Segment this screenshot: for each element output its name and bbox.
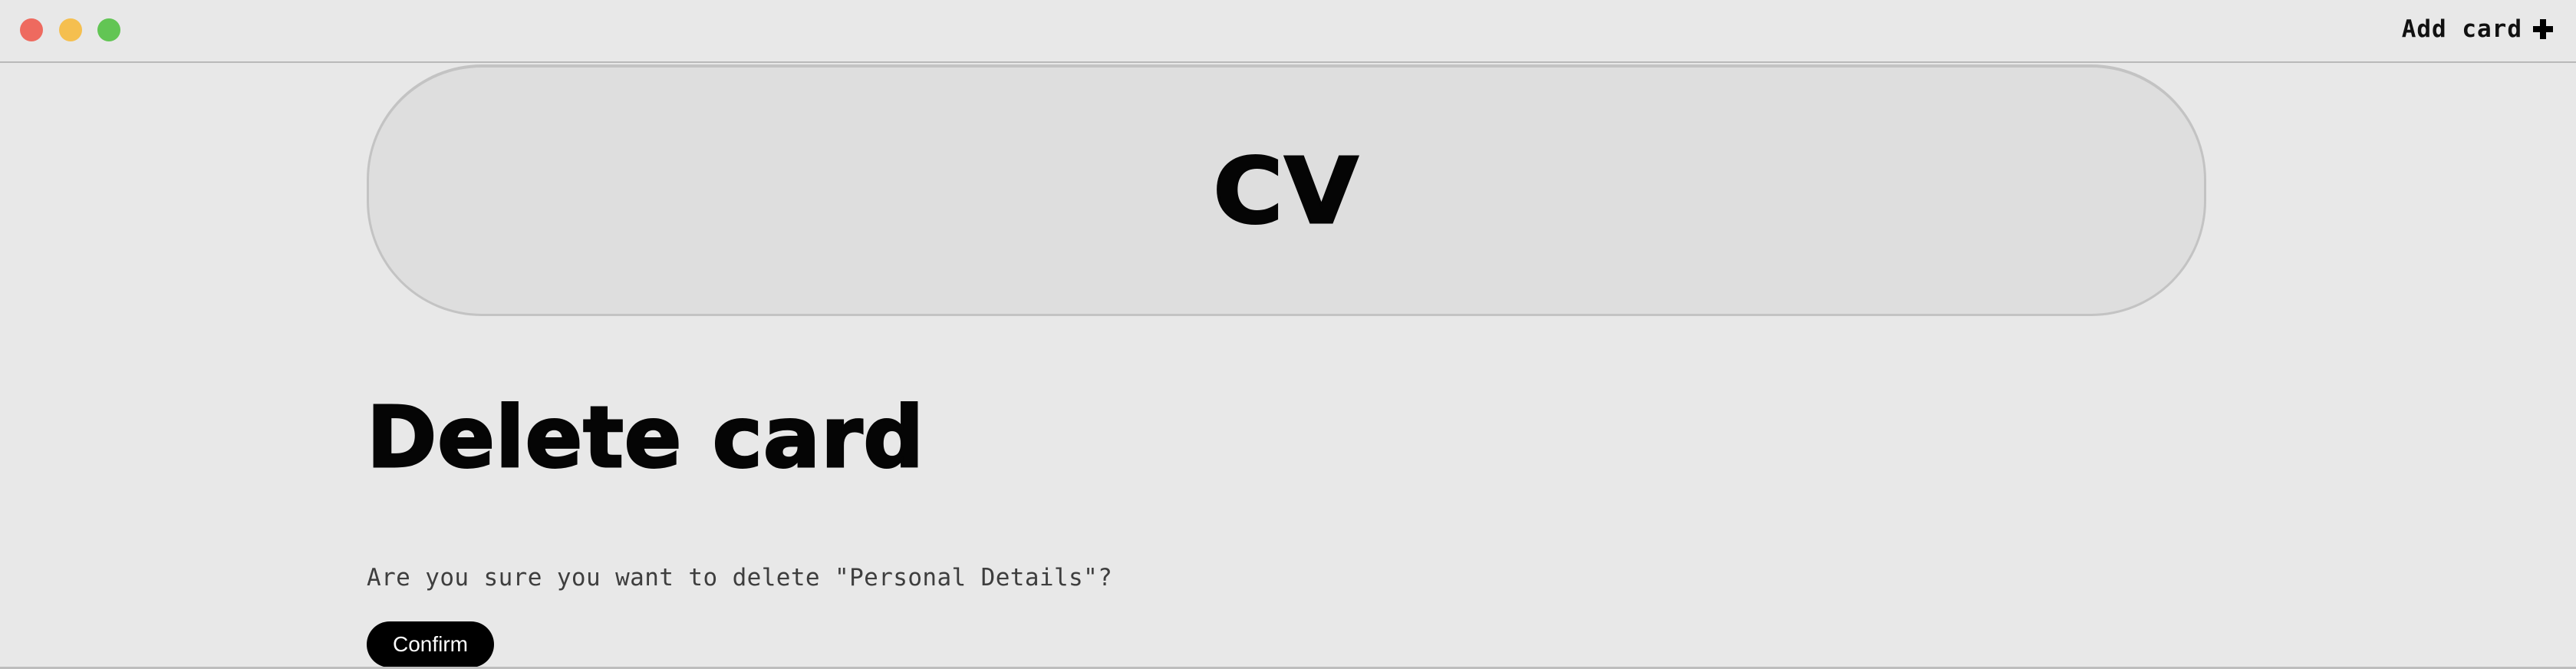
window-close-button[interactable] xyxy=(20,18,43,41)
cv-header-card: CV xyxy=(367,64,2206,316)
add-card-label: Add card xyxy=(2401,15,2522,43)
cv-title: CV xyxy=(1212,137,1360,245)
page-title: Delete card xyxy=(365,387,925,488)
delete-confirmation-message: Are you sure you want to delete "Persona… xyxy=(367,564,1113,592)
window-minimize-button[interactable] xyxy=(59,18,82,41)
confirm-button[interactable]: Confirm xyxy=(367,621,494,667)
add-card-button[interactable]: Add card xyxy=(2402,14,2553,44)
window-titlebar: Add card xyxy=(0,0,2576,63)
plus-icon xyxy=(2533,19,2553,39)
window-zoom-button[interactable] xyxy=(97,18,120,41)
